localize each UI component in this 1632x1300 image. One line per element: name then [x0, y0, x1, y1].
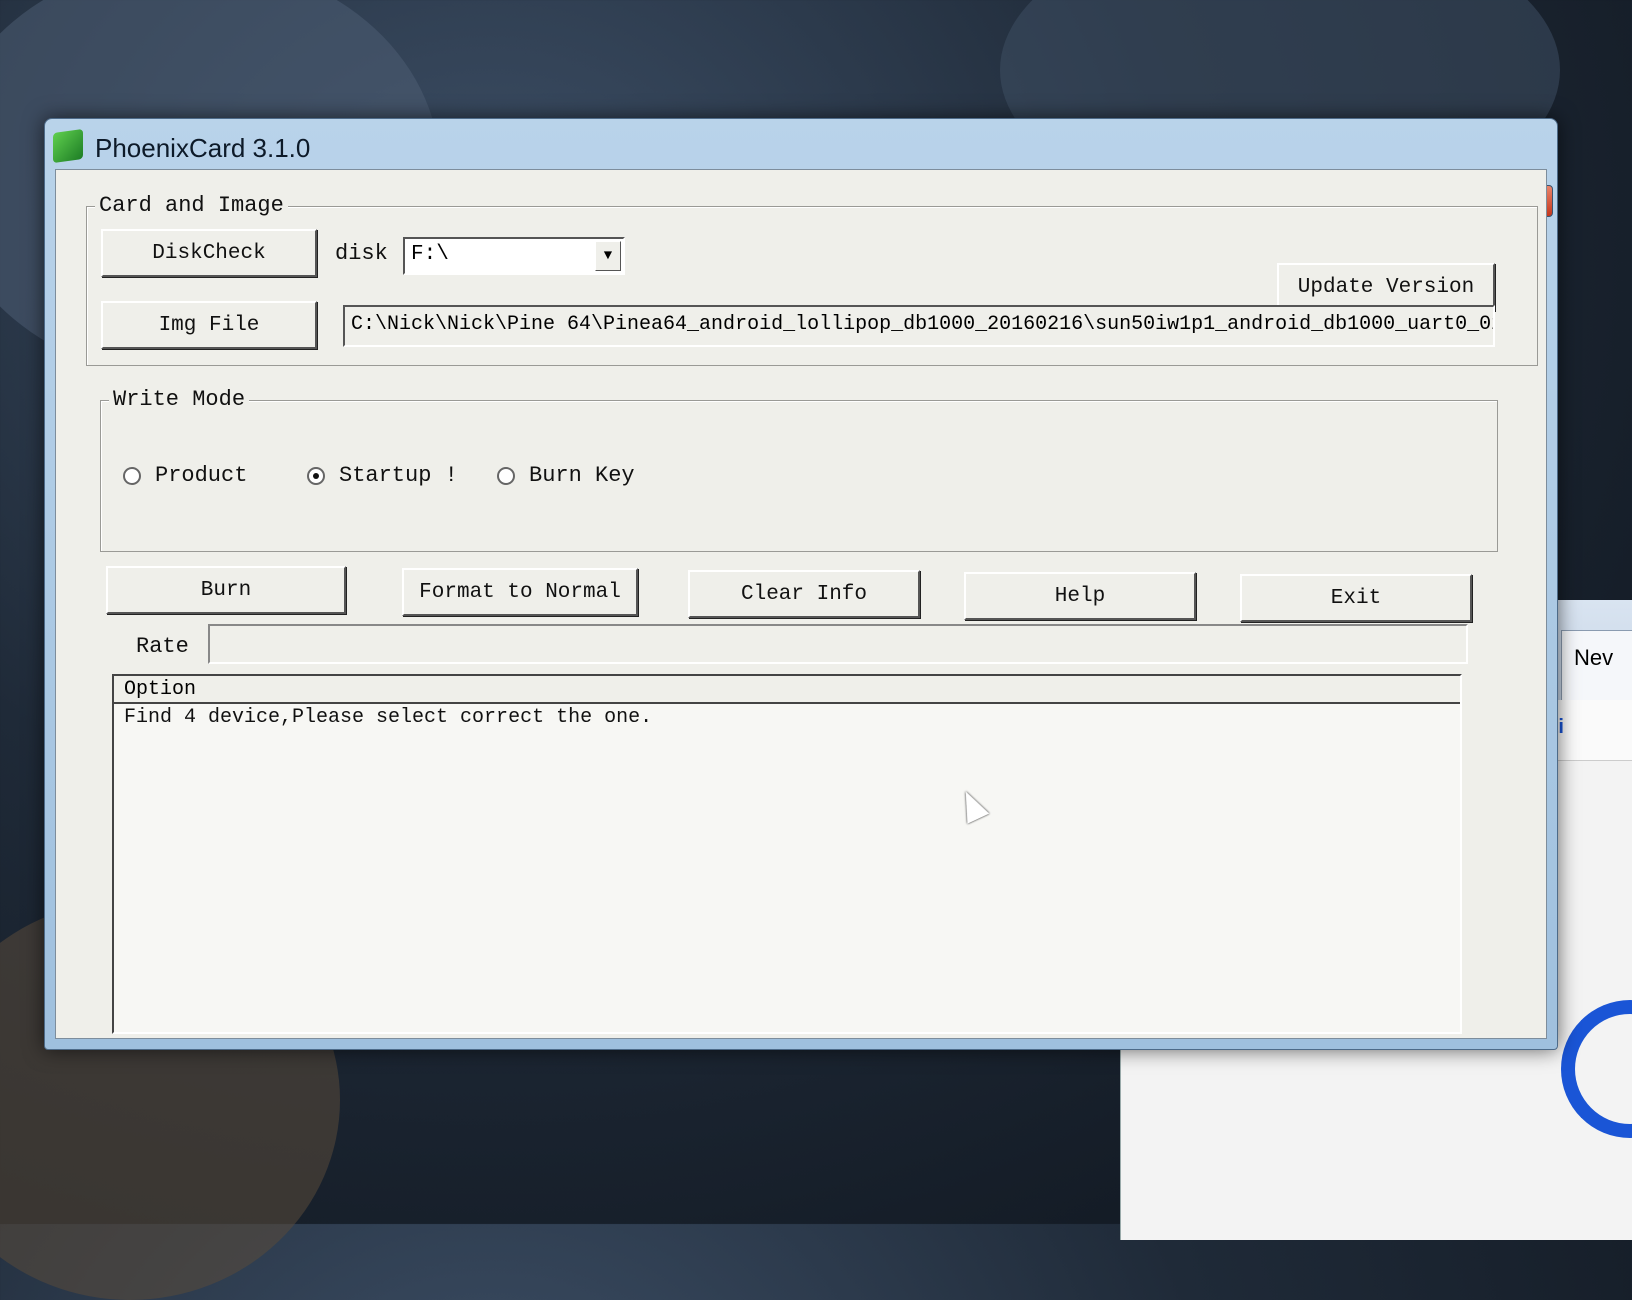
google-logo-icon — [1561, 1000, 1632, 1138]
img-file-button[interactable]: Img File — [101, 301, 317, 349]
radio-circle-icon[interactable] — [123, 466, 141, 485]
diskcheck-button[interactable]: DiskCheck — [101, 229, 317, 277]
rate-progress-bar — [208, 624, 1468, 664]
radio-checked-icon[interactable] — [307, 466, 325, 485]
browser-tab-label: Nev — [1574, 645, 1614, 670]
product-radio-label: Product — [155, 463, 248, 488]
radio-circle-icon[interactable] — [497, 466, 515, 485]
phoenixcard-window: PhoenixCard 3.1.0 ▭ ▣ ✕ Card and Image D… — [44, 118, 1558, 1050]
window-title: PhoenixCard 3.1.0 — [95, 133, 311, 163]
phoenixcard-app-icon — [53, 128, 83, 164]
clear-info-button[interactable]: Clear Info — [688, 570, 920, 618]
card-and-image-group: Card and Image DiskCheck disk F:\ ▼ Upda… — [86, 193, 1538, 366]
list-item[interactable]: Find 4 device,Please select correct the … — [124, 706, 652, 729]
help-button[interactable]: Help — [964, 572, 1196, 620]
update-version-button[interactable]: Update Version — [1277, 263, 1495, 311]
startup-radio[interactable]: Startup ! — [307, 463, 458, 488]
burn-key-radio[interactable]: Burn Key — [497, 463, 635, 488]
disk-select-value: F:\ — [411, 243, 449, 266]
burn-button[interactable]: Burn — [106, 566, 346, 614]
exit-button[interactable]: Exit — [1240, 574, 1472, 622]
client-area: Card and Image DiskCheck disk F:\ ▼ Upda… — [55, 169, 1547, 1039]
img-path-field[interactable]: C:\Nick\Nick\Pine 64\Pinea64_android_lol… — [343, 305, 1495, 347]
browser-tab[interactable]: Nev — [1561, 630, 1632, 700]
option-log-list[interactable]: Option Find 4 device,Please select corre… — [112, 674, 1462, 1034]
disk-select[interactable]: F:\ ▼ — [403, 237, 625, 275]
rate-label: Rate — [136, 634, 189, 659]
product-radio[interactable]: Product — [123, 463, 247, 488]
card-and-image-label: Card and Image — [95, 193, 288, 218]
startup-radio-label: Startup ! — [339, 463, 458, 488]
disk-label: disk — [335, 241, 388, 266]
chevron-down-icon[interactable]: ▼ — [595, 241, 621, 271]
write-mode-group: Write Mode Product Startup ! Burn Key — [100, 387, 1498, 552]
option-column-header[interactable]: Option — [114, 676, 1460, 704]
write-mode-label: Write Mode — [109, 387, 250, 412]
burn-key-radio-label: Burn Key — [529, 463, 635, 488]
format-to-normal-button[interactable]: Format to Normal — [402, 568, 638, 616]
